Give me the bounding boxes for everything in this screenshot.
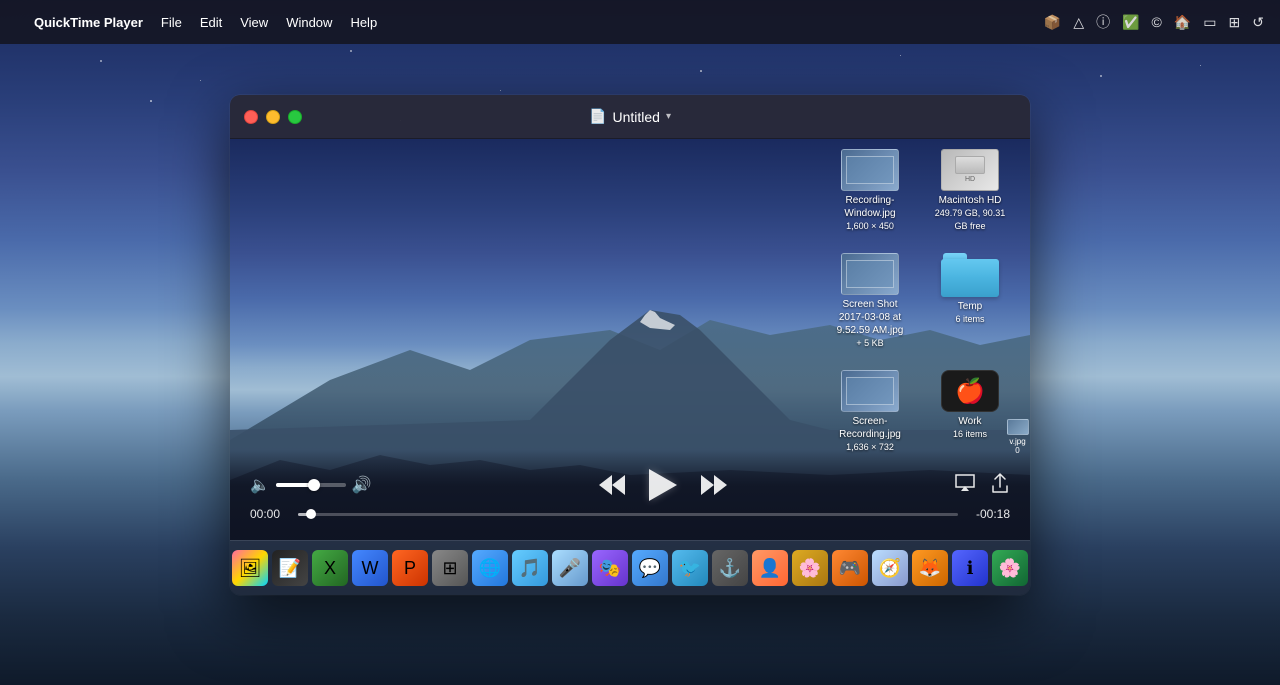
controls-overlay: 🔈 🔊: [230, 450, 1030, 540]
dock-photos: 🖼: [232, 550, 268, 586]
menubar-left: QuickTime Player File Edit View Window H…: [16, 15, 377, 30]
macintosh-hd-icon: HD: [941, 149, 999, 191]
temp-folder-icon: [941, 253, 999, 297]
dock-item-2: 🎵: [512, 550, 548, 586]
time-current: 00:00: [250, 507, 288, 521]
edge-icon-img: [1007, 419, 1029, 435]
dock-firefox: 🦊: [912, 550, 948, 586]
window-title: Untitled: [612, 109, 659, 125]
screenshot-2017-label: Screen Shot 2017-03-08 at9.52.59 AM.jpg+…: [830, 298, 910, 350]
drive-icon[interactable]: △: [1073, 14, 1084, 31]
title-dropdown-arrow[interactable]: ▾: [666, 111, 671, 122]
dock-item-4: 🎭: [592, 550, 628, 586]
icon-row-1: Recording-Window.jpg1,600 × 450 HD Macin…: [830, 149, 1010, 233]
menu-file[interactable]: File: [161, 15, 182, 30]
progress-bar[interactable]: [298, 513, 958, 516]
dock-info: ℹ: [952, 550, 988, 586]
work-folder-icon: 🍎: [941, 370, 999, 412]
menu-help[interactable]: Help: [350, 15, 377, 30]
screenshot-2017-icon: [841, 253, 899, 295]
menu-window[interactable]: Window: [286, 15, 332, 30]
dock-ie: 🌐: [472, 550, 508, 586]
macintosh-hd-label: Macintosh HD249.79 GB, 90.31 GB free: [930, 194, 1010, 233]
dock-item-3: 🎤: [552, 550, 588, 586]
home-icon[interactable]: 🏠: [1174, 14, 1191, 31]
icon-row-3: Screen-Recording.jpg1,636 × 732 🍎 Work16…: [830, 370, 1010, 454]
volume-thumb: [308, 479, 320, 491]
menubar: QuickTime Player File Edit View Window H…: [0, 0, 1280, 44]
volume-low-icon[interactable]: 🔈: [250, 475, 270, 495]
airplay-menu-icon[interactable]: ▭: [1203, 14, 1216, 31]
menubar-right: 📦 △ ⓘ ✅ © 🏠 ▭ ⊞ ↺: [1044, 12, 1264, 32]
dock-twitter: 🐦: [672, 550, 708, 586]
clipboard-icon[interactable]: ©: [1152, 14, 1162, 30]
dropbox-icon[interactable]: 📦: [1044, 14, 1061, 31]
temp-folder-label: Temp6 items: [955, 300, 984, 326]
progress-row: 00:00 -00:18: [230, 505, 1030, 529]
volume-slider[interactable]: [276, 483, 346, 487]
right-controls: [954, 472, 1010, 499]
titlebar: 📄 Untitled ▾: [230, 95, 1030, 139]
dock-item-11: 🌸: [992, 550, 1028, 586]
time-remaining: -00:18: [968, 507, 1010, 521]
minimize-button[interactable]: [266, 110, 280, 124]
recording-window-icon: [841, 149, 899, 191]
close-button[interactable]: [244, 110, 258, 124]
icon-work-folder[interactable]: 🍎 Work16 items: [930, 370, 1010, 454]
work-folder-label: Work16 items: [953, 415, 987, 441]
dock-item-9: 🎮: [832, 550, 868, 586]
dashlane-icon[interactable]: ⓘ: [1096, 12, 1110, 32]
grid-icon[interactable]: ⊞: [1229, 14, 1241, 31]
dock-notes: 📝: [272, 550, 308, 586]
timemachine-icon[interactable]: ↺: [1252, 14, 1264, 31]
video-area[interactable]: Recording-Window.jpg1,600 × 450 HD Macin…: [230, 139, 1030, 595]
desktop-icons: Recording-Window.jpg1,600 × 450 HD Macin…: [830, 149, 1010, 454]
share-button[interactable]: [990, 472, 1010, 499]
video-dock: 🔵 🌐 ✉ 👤 📅 🖼 📝 X W P ⊞ 🌐 🎵 🎤 🎭 💬 🐦 ⚓ 👤 🌸 …: [230, 540, 1030, 595]
menu-view[interactable]: View: [240, 15, 268, 30]
icon-recording-window[interactable]: Recording-Window.jpg1,600 × 450: [830, 149, 910, 233]
window-title-area: 📄 Untitled ▾: [589, 108, 671, 125]
dock-item-5: 💬: [632, 550, 668, 586]
fastforward-button[interactable]: [701, 475, 727, 495]
system-icon[interactable]: ✅: [1122, 14, 1139, 31]
recording-window-label: Recording-Window.jpg1,600 × 450: [830, 194, 910, 233]
maximize-button[interactable]: [288, 110, 302, 124]
dock-activity: ⊞: [432, 550, 468, 586]
icon-row-2: Screen Shot 2017-03-08 at9.52.59 AM.jpg+…: [830, 253, 1010, 350]
screen-recording-icon: [841, 370, 899, 412]
dock-item-6: ⚓: [712, 550, 748, 586]
airplay-button[interactable]: [954, 473, 976, 498]
menu-edit[interactable]: Edit: [200, 15, 222, 30]
dock-excel: X: [312, 550, 348, 586]
app-name[interactable]: QuickTime Player: [34, 15, 143, 30]
volume-control: 🔈 🔊: [250, 475, 372, 495]
progress-thumb: [306, 509, 316, 519]
dock-item-7: 👤: [752, 550, 788, 586]
playback-buttons: [599, 469, 727, 501]
rewind-button[interactable]: [599, 475, 625, 495]
screen-recording-label: Screen-Recording.jpg1,636 × 732: [830, 415, 910, 454]
controls-row: 🔈 🔊: [230, 461, 1030, 505]
icon-screen-recording[interactable]: Screen-Recording.jpg1,636 × 732: [830, 370, 910, 454]
play-button[interactable]: [649, 469, 677, 501]
traffic-lights: [244, 110, 302, 124]
quicktime-window: 📄 Untitled ▾: [230, 95, 1030, 595]
icon-macintosh-hd[interactable]: HD Macintosh HD249.79 GB, 90.31 GB free: [930, 149, 1010, 233]
icon-temp-folder[interactable]: Temp6 items: [930, 253, 1010, 350]
dock-powerpoint: P: [392, 550, 428, 586]
dock-word: W: [352, 550, 388, 586]
dock-item-8: 🌸: [792, 550, 828, 586]
dock-item-10: 🧭: [872, 550, 908, 586]
volume-high-icon: 🔊: [352, 475, 372, 495]
document-icon: 📄: [589, 108, 606, 125]
icon-screenshot-2017[interactable]: Screen Shot 2017-03-08 at9.52.59 AM.jpg+…: [830, 253, 910, 350]
